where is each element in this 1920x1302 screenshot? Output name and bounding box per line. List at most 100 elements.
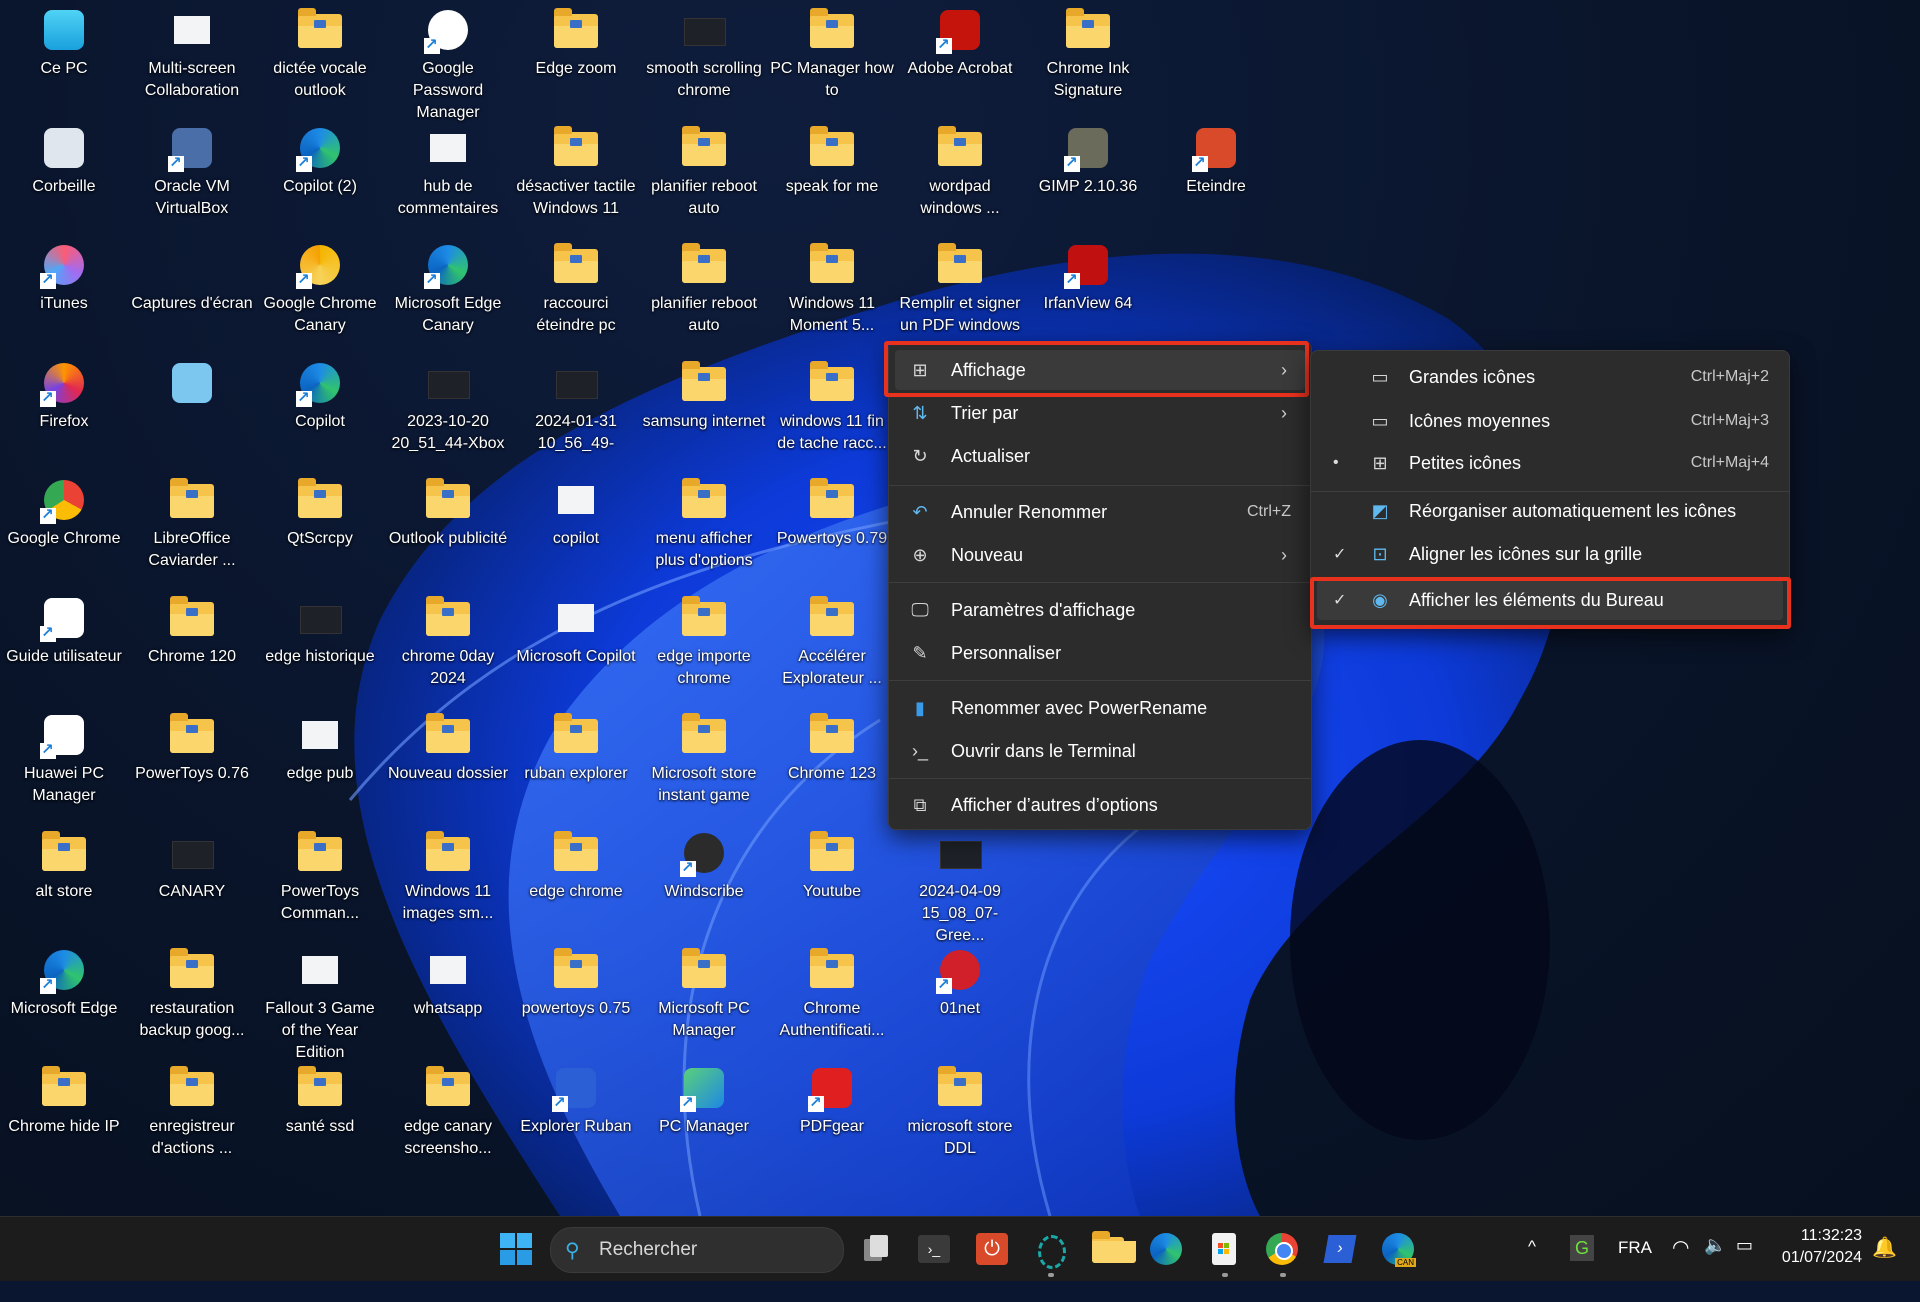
desktop-icon[interactable]: planifier reboot auto <box>640 118 768 220</box>
desktop-icon[interactable]: Captures d'écran <box>128 235 256 315</box>
desktop-icon[interactable]: QtScrcpy <box>256 470 384 550</box>
notification-bell-icon[interactable]: 🔔 <box>1872 1235 1897 1299</box>
desktop-icon[interactable]: Windows 11 Moment 5... <box>768 235 896 337</box>
desktop-icon[interactable]: Google Password Manager <box>384 0 512 124</box>
desktop-icon[interactable]: PC Manager how to <box>768 0 896 102</box>
desktop-icon[interactable]: Ce PC <box>0 0 128 80</box>
desktop-icon[interactable]: restauration backup goog... <box>128 940 256 1042</box>
app-taskbar-icon[interactable] <box>1032 1231 1068 1269</box>
desktop-icon[interactable]: hub de commentaires <box>384 118 512 220</box>
desktop-icon[interactable]: PC Manager <box>640 1058 768 1138</box>
desktop-icon[interactable]: ruban explorer <box>512 705 640 785</box>
desktop-icon[interactable]: Oracle VM VirtualBox <box>128 118 256 220</box>
desktop-icon[interactable]: Chrome 120 <box>128 588 256 668</box>
desktop-icon[interactable]: Microsoft store instant game <box>640 705 768 807</box>
terminal-taskbar-icon[interactable]: ›_ <box>916 1231 952 1267</box>
desktop-icon[interactable]: Accélérer Explorateur ... <box>768 588 896 690</box>
desktop-icon[interactable]: iTunes <box>0 235 128 315</box>
menu-item-parametres-affichage[interactable]: 🖵 Paramètres d'affichage <box>895 590 1305 630</box>
desktop-icon[interactable]: Edge zoom <box>512 0 640 80</box>
desktop-icon[interactable]: Microsoft PC Manager <box>640 940 768 1042</box>
desktop-icon[interactable]: CANARY <box>128 823 256 903</box>
desktop-icon[interactable]: Eteindre <box>1152 118 1280 198</box>
battery-icon[interactable]: ▭ <box>1736 1235 1753 1299</box>
desktop-icon[interactable]: Windscribe <box>640 823 768 903</box>
edge-taskbar-icon[interactable] <box>1148 1231 1184 1267</box>
desktop-icon[interactable]: LibreOffice Caviarder ... <box>128 470 256 572</box>
desktop-icon[interactable]: désactiver tactile Windows 11 <box>512 118 640 220</box>
desktop-icon[interactable]: Adobe Acrobat <box>896 0 1024 80</box>
desktop-icon[interactable]: Corbeille <box>0 118 128 198</box>
desktop-icon[interactable]: Chrome 123 <box>768 705 896 785</box>
desktop-icon[interactable]: santé ssd <box>256 1058 384 1138</box>
desktop-icon[interactable]: Guide utilisateur <box>0 588 128 668</box>
desktop-icon[interactable]: edge canary screensho... <box>384 1058 512 1160</box>
desktop-icon[interactable]: 2023-10-20 20_51_44-Xbox <box>384 353 512 455</box>
desktop-icon[interactable]: alt store <box>0 823 128 903</box>
desktop-icon[interactable]: Remplir et signer un PDF windows <box>896 235 1024 337</box>
tray-app-icon[interactable]: G <box>1570 1235 1594 1261</box>
desktop-icon[interactable]: edge chrome <box>512 823 640 903</box>
desktop-icon[interactable]: whatsapp <box>384 940 512 1020</box>
desktop-icon[interactable]: Windows 11 images sm... <box>384 823 512 925</box>
taskbar-search-box[interactable]: ⚲ Rechercher <box>550 1227 844 1273</box>
volume-icon[interactable]: 🔈 <box>1704 1235 1726 1299</box>
start-button[interactable] <box>498 1231 534 1267</box>
wifi-icon[interactable]: ◠ <box>1672 1235 1689 1299</box>
submenu-item-icones-moyennes[interactable]: ▭ Icônes moyennes Ctrl+Maj+3 <box>1317 401 1783 441</box>
language-indicator[interactable]: FRA <box>1618 1238 1652 1302</box>
desktop-icon[interactable]: Google Chrome Canary <box>256 235 384 337</box>
desktop-icon[interactable]: powertoys 0.75 <box>512 940 640 1020</box>
desktop-icon[interactable]: PowerToys 0.76 <box>128 705 256 785</box>
desktop-icon[interactable]: Microsoft Edge Canary <box>384 235 512 337</box>
menu-item-terminal[interactable]: ›_ Ouvrir dans le Terminal <box>895 731 1305 771</box>
desktop-icon[interactable]: windows 11 fin de tache racc... <box>768 353 896 455</box>
desktop-icon[interactable]: Microsoft Copilot <box>512 588 640 668</box>
desktop-icon[interactable]: edge importe chrome <box>640 588 768 690</box>
submenu-item-aligner-grille[interactable]: ✓ ⊡ Aligner les icônes sur la grille <box>1317 534 1783 574</box>
chrome-taskbar-icon[interactable] <box>1264 1231 1300 1267</box>
menu-item-annuler-renommer[interactable]: ↶ Annuler Renommer Ctrl+Z <box>895 492 1305 532</box>
desktop-icon[interactable]: dictée vocale outlook <box>256 0 384 102</box>
desktop-icon[interactable]: copilot <box>512 470 640 550</box>
desktop-icon[interactable]: PowerToys Comman... <box>256 823 384 925</box>
edge-canary-taskbar-icon[interactable]: CAN <box>1380 1231 1416 1267</box>
menu-item-actualiser[interactable]: ↻ Actualiser <box>895 436 1305 476</box>
show-hidden-icons-button[interactable]: ^ <box>1528 1237 1536 1301</box>
desktop-icon[interactable]: PDFgear <box>768 1058 896 1138</box>
desktop-icon[interactable]: Explorer Ruban <box>512 1058 640 1138</box>
file-explorer-taskbar-icon[interactable] <box>1090 1231 1136 1267</box>
submenu-item-grandes-icones[interactable]: ▭ Grandes icônes Ctrl+Maj+2 <box>1317 357 1783 397</box>
desktop-icon[interactable]: Outlook publicité <box>384 470 512 550</box>
desktop-icon[interactable]: microsoft store DDL <box>896 1058 1024 1160</box>
desktop-icon[interactable]: Firefox <box>0 353 128 433</box>
desktop-icon[interactable]: samsung internet <box>640 353 768 433</box>
desktop-icon[interactable]: planifier reboot auto <box>640 235 768 337</box>
desktop-icon[interactable]: Chrome Ink Signature <box>1024 0 1152 102</box>
submenu-item-reorganiser[interactable]: ◩ Réorganiser automatiquement les icônes <box>1317 491 1783 531</box>
desktop-icon[interactable]: raccourci éteindre pc <box>512 235 640 337</box>
desktop-icon[interactable]: 2024-04-09 15_08_07-Gree... <box>896 823 1024 947</box>
desktop-icon[interactable]: Nouveau dossier <box>384 705 512 785</box>
desktop-icon[interactable]: Google Chrome <box>0 470 128 550</box>
desktop-icon[interactable]: enregistreur d'actions ... <box>128 1058 256 1160</box>
desktop-icon[interactable]: smooth scrolling chrome <box>640 0 768 102</box>
store-taskbar-icon[interactable] <box>1206 1231 1242 1267</box>
desktop-icon[interactable]: Huawei PC Manager <box>0 705 128 807</box>
submenu-item-petites-icones[interactable]: • ⊞ Petites icônes Ctrl+Maj+4 <box>1317 443 1783 483</box>
desktop-icon[interactable]: Copilot (2) <box>256 118 384 198</box>
desktop-icon[interactable]: edge pub <box>256 705 384 785</box>
desktop-icon[interactable]: Microsoft Edge <box>0 940 128 1020</box>
desktop-icon[interactable]: edge historique <box>256 588 384 668</box>
desktop-icon[interactable]: wordpad windows ... <box>896 118 1024 220</box>
desktop-icon[interactable]: Copilot <box>256 353 384 433</box>
shutdown-taskbar-icon[interactable]: ⏻ <box>974 1231 1010 1267</box>
menu-item-autres-options[interactable]: ⧉ Afficher d’autres d’options <box>895 785 1305 825</box>
desktop-icon[interactable]: chrome 0day 2024 <box>384 588 512 690</box>
desktop-icon[interactable]: IrfanView 64 <box>1024 235 1152 315</box>
desktop-icon[interactable]: Youtube <box>768 823 896 903</box>
menu-item-nouveau[interactable]: ⊕ Nouveau › <box>895 535 1305 575</box>
menu-item-trier-par[interactable]: ⇅ Trier par › <box>895 393 1305 433</box>
desktop-icon[interactable]: Powertoys 0.79 <box>768 470 896 550</box>
desktop-icon[interactable]: menu afficher plus d'options <box>640 470 768 572</box>
